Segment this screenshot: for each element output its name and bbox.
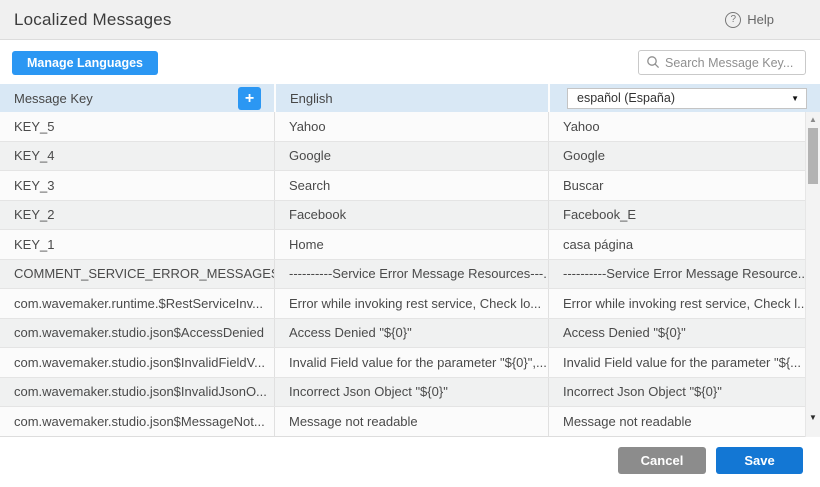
message-key-cell[interactable]: KEY_5 — [0, 112, 274, 141]
search-box — [638, 50, 806, 75]
translation-value-cell[interactable]: Access Denied "${0}" — [548, 319, 805, 348]
message-key-cell[interactable]: com.wavemaker.studio.json$MessageNot... — [0, 407, 274, 436]
table-body: KEY_5 Yahoo Yahoo KEY_4 Google Google KE… — [0, 112, 820, 437]
english-value-cell[interactable]: Message not readable — [274, 407, 548, 436]
english-value-cell[interactable]: Access Denied "${0}" — [274, 319, 548, 348]
english-value-cell[interactable]: Error while invoking rest service, Check… — [274, 289, 548, 318]
footer: Cancel Save — [0, 438, 820, 487]
translation-value-cell[interactable]: Invalid Field value for the parameter "$… — [548, 348, 805, 377]
message-key-cell[interactable]: COMMENT_SERVICE_ERROR_MESSAGES — [0, 260, 274, 289]
message-key-header-label: Message Key — [14, 91, 93, 106]
help-button[interactable]: ? Help — [725, 12, 774, 28]
translation-value-cell[interactable]: Facebook_E — [548, 201, 805, 230]
translation-value-cell[interactable]: Error while invoking rest service, Check… — [548, 289, 805, 318]
title-bar: Localized Messages ? Help — [0, 0, 820, 40]
translation-value-cell[interactable]: Google — [548, 142, 805, 171]
help-label: Help — [747, 12, 774, 27]
english-value-cell[interactable]: Incorrect Json Object "${0}" — [274, 378, 548, 407]
column-header-language: español (España) ▼ — [548, 84, 820, 112]
message-key-cell[interactable]: KEY_4 — [0, 142, 274, 171]
table-row[interactable]: com.wavemaker.studio.json$AccessDenied A… — [0, 319, 820, 349]
cancel-button[interactable]: Cancel — [618, 447, 706, 474]
save-button[interactable]: Save — [716, 447, 803, 474]
translation-value-cell[interactable]: Incorrect Json Object "${0}" — [548, 378, 805, 407]
search-icon — [646, 55, 660, 69]
message-key-cell[interactable]: com.wavemaker.studio.json$InvalidJsonO..… — [0, 378, 274, 407]
table-row[interactable]: KEY_3 Search Buscar — [0, 171, 820, 201]
table-row[interactable]: KEY_1 Home casa página — [0, 230, 820, 260]
table-header: Message Key + English español (España) ▼ — [0, 84, 820, 112]
message-key-cell[interactable]: KEY_3 — [0, 171, 274, 200]
language-select-value: español (España) — [577, 91, 675, 105]
english-value-cell[interactable]: Yahoo — [274, 112, 548, 141]
scrollbar-thumb[interactable] — [808, 128, 818, 184]
translation-value-cell[interactable]: casa página — [548, 230, 805, 259]
search-input[interactable] — [638, 50, 806, 75]
page-title: Localized Messages — [14, 10, 172, 30]
translation-value-cell[interactable]: Buscar — [548, 171, 805, 200]
add-message-key-button[interactable]: + — [238, 87, 261, 110]
help-icon: ? — [725, 12, 741, 28]
message-key-cell[interactable]: KEY_1 — [0, 230, 274, 259]
english-value-cell[interactable]: Home — [274, 230, 548, 259]
scroll-down-icon[interactable]: ▼ — [806, 412, 820, 424]
table-row[interactable]: com.wavemaker.studio.json$InvalidFieldV.… — [0, 348, 820, 378]
table-row[interactable]: com.wavemaker.studio.json$InvalidJsonO..… — [0, 378, 820, 408]
translation-value-cell[interactable]: ----------Service Error Message Resource… — [548, 260, 805, 289]
toolbar: Manage Languages — [0, 41, 820, 84]
table-row[interactable]: KEY_4 Google Google — [0, 142, 820, 172]
english-value-cell[interactable]: ----------Service Error Message Resource… — [274, 260, 548, 289]
message-key-cell[interactable]: com.wavemaker.studio.json$InvalidFieldV.… — [0, 348, 274, 377]
column-header-english: English — [274, 84, 548, 112]
chevron-down-icon: ▼ — [791, 94, 799, 103]
english-value-cell[interactable]: Google — [274, 142, 548, 171]
english-value-cell[interactable]: Facebook — [274, 201, 548, 230]
table-scrollbar[interactable]: ▲ ▼ — [805, 112, 820, 437]
translation-value-cell[interactable]: Message not readable — [548, 407, 805, 436]
english-header-label: English — [290, 91, 333, 106]
message-key-cell[interactable]: KEY_2 — [0, 201, 274, 230]
table-row[interactable]: KEY_2 Facebook Facebook_E — [0, 201, 820, 231]
english-value-cell[interactable]: Invalid Field value for the parameter "$… — [274, 348, 548, 377]
translation-value-cell[interactable]: Yahoo — [548, 112, 805, 141]
english-value-cell[interactable]: Search — [274, 171, 548, 200]
table-row[interactable]: com.wavemaker.runtime.$RestServiceInv...… — [0, 289, 820, 319]
table-row[interactable]: KEY_5 Yahoo Yahoo — [0, 112, 820, 142]
manage-languages-button[interactable]: Manage Languages — [12, 51, 158, 75]
message-key-cell[interactable]: com.wavemaker.studio.json$AccessDenied — [0, 319, 274, 348]
column-header-message-key: Message Key + — [0, 84, 274, 112]
language-select[interactable]: español (España) ▼ — [567, 88, 807, 109]
message-key-cell[interactable]: com.wavemaker.runtime.$RestServiceInv... — [0, 289, 274, 318]
scroll-up-icon[interactable]: ▲ — [806, 114, 820, 126]
table-row[interactable]: COMMENT_SERVICE_ERROR_MESSAGES ---------… — [0, 260, 820, 290]
table-row[interactable]: com.wavemaker.studio.json$MessageNot... … — [0, 407, 820, 437]
